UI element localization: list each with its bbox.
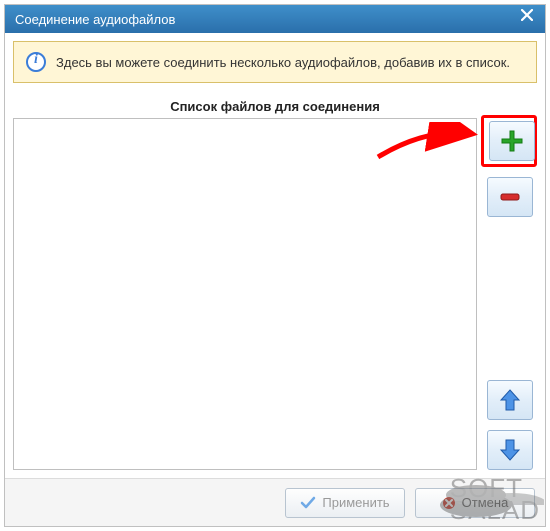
move-down-button[interactable] bbox=[487, 430, 533, 470]
cancel-label: Отмена bbox=[462, 495, 509, 510]
title-bar: Соединение аудиофайлов bbox=[5, 5, 545, 33]
cancel-icon bbox=[442, 496, 456, 510]
info-text: Здесь вы можете соединить несколько ауди… bbox=[56, 55, 510, 70]
list-header: Список файлов для соединения bbox=[13, 93, 537, 118]
move-up-button[interactable] bbox=[487, 380, 533, 420]
cancel-button[interactable]: Отмена bbox=[415, 488, 535, 518]
dialog-content: Здесь вы можете соединить несколько ауди… bbox=[5, 33, 545, 478]
window-title: Соединение аудиофайлов bbox=[15, 12, 175, 27]
check-icon bbox=[300, 495, 316, 511]
side-toolbar bbox=[485, 118, 537, 470]
arrow-down-icon bbox=[499, 438, 521, 462]
close-icon bbox=[521, 9, 533, 21]
file-list[interactable] bbox=[13, 118, 477, 470]
apply-button[interactable]: Применить bbox=[285, 488, 405, 518]
work-area bbox=[13, 118, 537, 470]
plus-icon bbox=[500, 129, 524, 153]
dialog-window: Соединение аудиофайлов Здесь вы можете с… bbox=[4, 4, 546, 527]
apply-label: Применить bbox=[322, 495, 389, 510]
bottom-bar: Применить Отмена bbox=[5, 478, 545, 526]
info-bar: Здесь вы можете соединить несколько ауди… bbox=[13, 41, 537, 83]
remove-file-button[interactable] bbox=[487, 177, 533, 217]
minus-icon bbox=[498, 185, 522, 209]
annotation-highlight bbox=[481, 115, 537, 167]
info-icon bbox=[26, 52, 46, 72]
add-file-button[interactable] bbox=[489, 121, 535, 161]
arrow-up-icon bbox=[499, 388, 521, 412]
close-button[interactable] bbox=[521, 9, 539, 27]
